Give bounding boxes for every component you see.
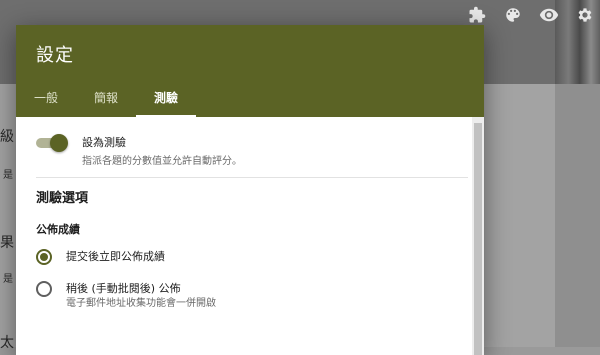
background-text: 級: [0, 129, 14, 145]
release-later-option[interactable]: 稍後 (手動批閱後) 公佈 電子郵件地址收集功能會一併開啟: [36, 281, 216, 311]
toggle-thumb: [50, 134, 68, 152]
toolbar-icons: [466, 4, 596, 26]
release-immediately-label: 提交後立即公佈成績: [66, 250, 165, 263]
palette-icon[interactable]: [502, 4, 524, 26]
quiz-toggle-row: 設為測驗 指派各題的分數值並允許自動評分。: [36, 134, 242, 167]
puzzle-icon[interactable]: [466, 4, 488, 26]
tab-bar: 一般 簡報 測驗: [16, 89, 197, 117]
eye-icon[interactable]: [538, 4, 560, 26]
background-text: 是: [3, 170, 13, 181]
section-divider: [36, 177, 468, 178]
release-later-label: 稍後 (手動批閱後) 公佈: [66, 282, 181, 295]
release-grade-heading: 公佈成績: [36, 223, 80, 236]
quiz-options-heading: 測驗選項: [36, 191, 89, 206]
settings-dialog: 設定 一般 簡報 測驗 設為測驗 指派各題的分數值並允許自動評分。 測驗選項 公…: [16, 25, 484, 355]
dialog-scrollbar[interactable]: [472, 117, 484, 355]
dialog-body: 設為測驗 指派各題的分數值並允許自動評分。 測驗選項 公佈成績 提交後立即公佈成…: [16, 117, 472, 355]
dialog-header: 設定 一般 簡報 測驗: [16, 25, 484, 117]
radio-button[interactable]: [36, 281, 52, 297]
dialog-title: 設定: [36, 45, 74, 66]
make-quiz-description: 指派各題的分數值並允許自動評分。: [82, 156, 242, 167]
make-quiz-toggle[interactable]: [36, 134, 68, 152]
tab-presentation[interactable]: 簡報: [76, 89, 136, 117]
radio-dot: [40, 253, 48, 261]
background-text: 太: [0, 335, 14, 351]
tab-quizzes[interactable]: 測驗: [136, 89, 197, 117]
background-text: 果: [0, 235, 14, 251]
scrollbar-thumb[interactable]: [474, 123, 482, 355]
release-later-description: 電子郵件地址收集功能會一併開啟: [66, 298, 216, 309]
make-quiz-label: 設為測驗: [82, 136, 126, 149]
release-immediately-option[interactable]: 提交後立即公佈成績: [36, 249, 165, 265]
gear-icon[interactable]: [574, 4, 596, 26]
radio-button-checked[interactable]: [36, 249, 52, 265]
tab-general[interactable]: 一般: [16, 89, 76, 117]
background-right-panel: [555, 84, 600, 347]
background-text: 是: [3, 274, 13, 285]
